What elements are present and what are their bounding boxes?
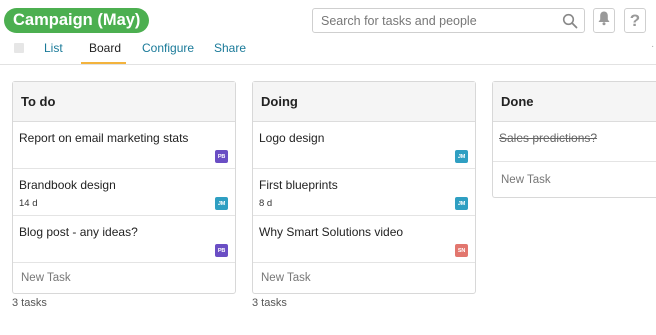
search-box[interactable]: [312, 8, 585, 33]
task-card[interactable]: Blog post - any ideas? PB: [13, 216, 235, 263]
tab-configure[interactable]: Configure: [142, 41, 194, 55]
task-title: Report on email marketing stats: [19, 131, 189, 145]
column-doing: Doing Logo design JM First blueprints 8 …: [252, 81, 476, 294]
task-duration: 14 d: [19, 198, 38, 209]
task-title: Logo design: [259, 131, 325, 145]
task-card[interactable]: Brandbook design 14 d JM: [13, 169, 235, 216]
task-title: First blueprints: [259, 178, 338, 192]
overflow-indicator: ·: [651, 41, 655, 52]
notifications-button[interactable]: [593, 8, 615, 33]
assignee-avatar[interactable]: JM: [215, 197, 228, 210]
assignee-avatar[interactable]: PB: [215, 150, 228, 163]
task-count: 3 tasks: [12, 297, 47, 309]
project-title[interactable]: Campaign (May): [4, 8, 150, 33]
task-card[interactable]: Why Smart Solutions video SN: [253, 216, 475, 263]
new-task-button[interactable]: New Task: [493, 162, 656, 197]
column-header: Doing: [253, 82, 475, 122]
search-icon[interactable]: [559, 10, 581, 32]
task-title: Why Smart Solutions video: [259, 225, 404, 239]
search-input[interactable]: [313, 9, 559, 32]
task-count: 3 tasks: [252, 297, 287, 309]
task-card[interactable]: Logo design JM: [253, 122, 475, 169]
assignee-avatar[interactable]: JM: [455, 197, 468, 210]
help-icon: ?: [629, 10, 641, 30]
task-title: Sales predictions?: [499, 131, 598, 145]
column-todo: To do Report on email marketing stats PB…: [12, 81, 236, 294]
assignee-avatar[interactable]: PB: [215, 244, 228, 257]
tab-board[interactable]: Board: [89, 41, 121, 55]
column-header: To do: [13, 82, 235, 122]
assignee-avatar[interactable]: JM: [455, 150, 468, 163]
column-header: Done: [493, 82, 656, 122]
column-title: Done: [501, 94, 534, 109]
new-task-button[interactable]: New Task: [253, 263, 475, 293]
assignee-avatar[interactable]: SN: [455, 244, 468, 257]
column-done: Done Sales predictions? New Task: [492, 81, 656, 198]
task-card[interactable]: First blueprints 8 d JM: [253, 169, 475, 216]
column-title: To do: [21, 94, 56, 109]
select-all-checkbox[interactable]: [14, 43, 24, 53]
bell-icon: [597, 10, 611, 31]
help-button[interactable]: ?: [624, 8, 646, 33]
column-title: Doing: [261, 94, 298, 109]
task-duration: 8 d: [259, 198, 273, 209]
task-title: Blog post - any ideas?: [19, 225, 138, 239]
task-card[interactable]: Report on email marketing stats PB: [13, 122, 235, 169]
new-task-button[interactable]: New Task: [13, 263, 235, 293]
task-card[interactable]: Sales predictions?: [493, 122, 656, 162]
tabs-divider: [0, 64, 656, 65]
tab-list[interactable]: List: [44, 41, 63, 55]
task-title: Brandbook design: [19, 178, 116, 192]
tab-share[interactable]: Share: [214, 41, 246, 55]
